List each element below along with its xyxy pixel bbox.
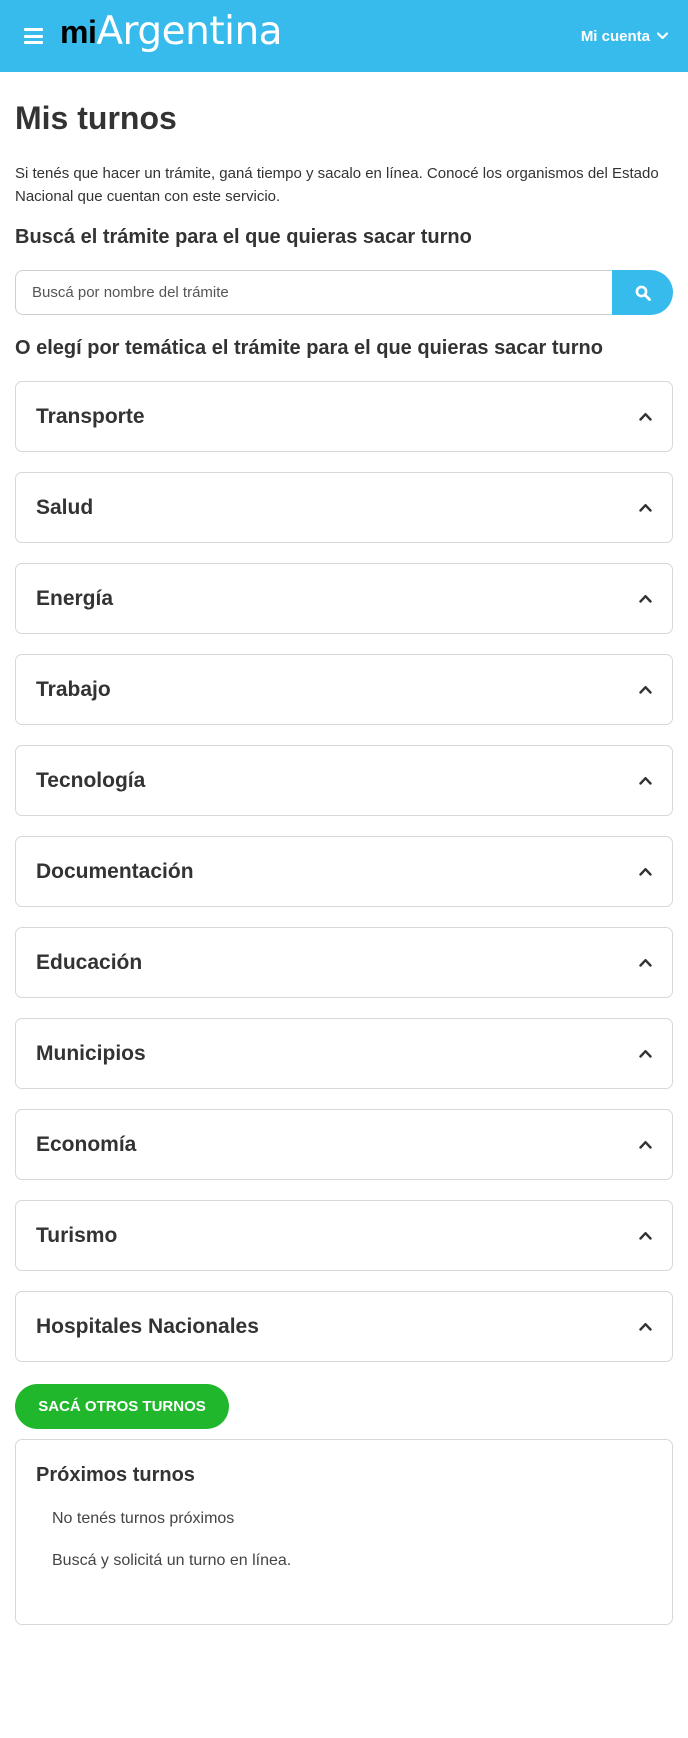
theme-label: Hospitales Nacionales (36, 1314, 259, 1338)
theme-label: Economía (36, 1132, 137, 1156)
theme-label: Trabajo (36, 677, 111, 701)
search-icon (635, 285, 651, 301)
theme-label: Salud (36, 495, 94, 519)
themes-heading: O elegí por temática el trámite para el … (15, 337, 603, 359)
theme-label: Municipios (36, 1041, 146, 1065)
theme-label: Educación (36, 950, 143, 974)
chevron-up-icon (639, 1232, 652, 1240)
theme-accordion-item[interactable]: Municipios (15, 1018, 673, 1089)
chevron-up-icon (639, 504, 652, 512)
theme-label: Energía (36, 586, 114, 610)
search-bar (15, 270, 673, 315)
theme-label: Tecnología (36, 768, 146, 792)
top-bar: miArgentina Mi cuenta (0, 0, 688, 72)
theme-accordion-item[interactable]: Turismo (15, 1200, 673, 1271)
search-input[interactable] (15, 270, 613, 315)
theme-accordion-item[interactable]: Documentación (15, 836, 673, 907)
chevron-up-icon (639, 1050, 652, 1058)
theme-accordion-item[interactable]: Transporte (15, 381, 673, 452)
chevron-up-icon (639, 868, 652, 876)
chevron-up-icon (639, 959, 652, 967)
other-turns-button[interactable]: SACÁ OTROS TURNOS (15, 1384, 229, 1429)
chevron-up-icon (639, 413, 652, 421)
upcoming-turns-card: Próximos turnos No tenés turnos próximos… (15, 1439, 673, 1625)
theme-accordion-item[interactable]: Hospitales Nacionales (15, 1291, 673, 1362)
logo-argentina: Argentina (96, 9, 283, 54)
logo-mi: mi (60, 14, 97, 50)
account-menu[interactable]: Mi cuenta (581, 24, 668, 48)
page-title: Mis turnos (15, 100, 177, 136)
chevron-up-icon (639, 686, 652, 694)
logo[interactable]: miArgentina (60, 9, 283, 54)
chevron-down-icon (657, 32, 668, 40)
theme-accordion-item[interactable]: Energía (15, 563, 673, 634)
theme-label: Transporte (36, 404, 145, 428)
theme-accordion-item[interactable]: Tecnología (15, 745, 673, 816)
search-button[interactable] (612, 270, 673, 315)
account-label: Mi cuenta (580, 27, 650, 45)
theme-label: Turismo (36, 1223, 118, 1247)
intro-text: Si tenés que hacer un trámite, ganá tiem… (15, 165, 659, 205)
chevron-up-icon (639, 1141, 652, 1149)
chevron-up-icon (639, 777, 652, 785)
upcoming-empty-message: No tenés turnos próximos (52, 1510, 235, 1527)
themes-accordion: Transporte Salud Energía Trabajo Tecnología D… (15, 381, 673, 1382)
theme-accordion-item[interactable]: Educación (15, 927, 673, 998)
upcoming-title: Próximos turnos (36, 1464, 195, 1486)
upcoming-hint: Buscá y solicitá un turno en línea. (52, 1552, 292, 1569)
theme-label: Documentación (36, 859, 194, 883)
hamburger-icon[interactable] (24, 28, 43, 44)
theme-accordion-item[interactable]: Trabajo (15, 654, 673, 725)
search-heading: Buscá el trámite para el que quieras sac… (15, 226, 472, 248)
chevron-up-icon (639, 595, 652, 603)
theme-accordion-item[interactable]: Salud (15, 472, 673, 543)
theme-accordion-item[interactable]: Economía (15, 1109, 673, 1180)
chevron-up-icon (639, 1323, 652, 1331)
